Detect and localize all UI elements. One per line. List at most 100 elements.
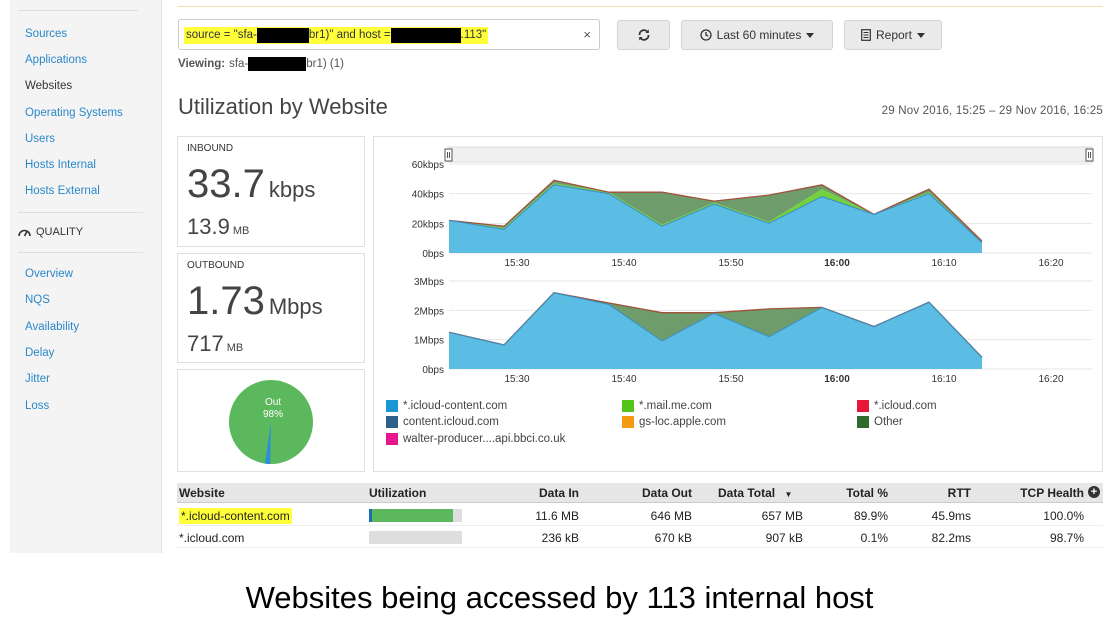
legend-label: *.mail.me.com xyxy=(639,400,712,412)
utilization-bar xyxy=(369,531,462,544)
sidebar-divider xyxy=(18,252,143,253)
add-column-icon[interactable]: + xyxy=(1088,486,1100,498)
x-tick-label: 15:50 xyxy=(718,258,743,269)
legend-item[interactable]: Other xyxy=(857,416,903,428)
cell-total-pct: 89.9% xyxy=(853,509,888,523)
table-row[interactable]: *.icloud-content.com 11.6 MB 646 MB 657 … xyxy=(177,505,1103,526)
inbound-rate-value: 33.7 xyxy=(187,162,265,206)
x-tick-label: 15:30 xyxy=(504,258,529,269)
viewing-filter: Viewing: sfa- br1) (1) xyxy=(178,57,344,71)
x-tick-label: 15:50 xyxy=(718,374,743,385)
outbound-chart: 3Mbps 2Mbps 1Mbps 0bps 15:30 15:40 15:50 16:00 1… xyxy=(414,277,1092,385)
col-header-rtt[interactable]: RTT xyxy=(948,486,971,500)
report-dropdown[interactable]: Report xyxy=(844,20,942,50)
sidebar-item-availability[interactable]: Availability xyxy=(25,321,79,333)
sidebar-item-delay[interactable]: Delay xyxy=(25,347,54,359)
y-tick-label: 60kbps xyxy=(412,160,444,171)
legend-item[interactable]: *.icloud-content.com xyxy=(386,400,507,412)
utilization-bar xyxy=(369,509,462,522)
table-header: Website Utilization Data In Data Out Dat… xyxy=(177,483,1103,503)
legend-item[interactable]: content.icloud.com xyxy=(386,416,499,428)
col-header-website[interactable]: Website xyxy=(179,486,225,500)
document-icon xyxy=(861,29,871,41)
range-handle-right[interactable] xyxy=(1085,148,1094,162)
clock-icon xyxy=(699,29,712,41)
cell-website[interactable]: *.icloud-content.com xyxy=(179,508,292,524)
query-part: br1)" and host = xyxy=(308,29,391,41)
close-icon[interactable]: × xyxy=(583,27,591,42)
sidebar-item-jitter[interactable]: Jitter xyxy=(25,373,50,385)
x-tick-label: 16:00 xyxy=(824,258,850,269)
caret-down-icon xyxy=(917,32,926,38)
x-tick-label: 16:10 xyxy=(931,374,956,385)
cell-tcp-health: 100.0% xyxy=(1043,509,1084,523)
col-header-data-total[interactable]: Data Total ▼ xyxy=(718,486,792,500)
inbound-panel: INBOUND 33.7 kbps 13.9 MB xyxy=(177,136,365,247)
legend-swatch xyxy=(386,400,398,412)
sidebar-item-nqs[interactable]: NQS xyxy=(25,294,50,306)
range-slider-track[interactable] xyxy=(447,146,1093,163)
sidebar-item-operating-systems[interactable]: Operating Systems xyxy=(25,107,123,119)
legend-item[interactable]: gs-loc.apple.com xyxy=(622,416,726,428)
time-range-dropdown[interactable]: Last 60 minutes xyxy=(681,20,833,50)
inbound-rate: 33.7 kbps xyxy=(187,162,315,207)
col-header-utilization[interactable]: Utilization xyxy=(369,486,426,500)
cell-data-out: 646 MB xyxy=(650,509,692,523)
sidebar-item-applications[interactable]: Applications xyxy=(25,54,87,66)
legend-item[interactable]: *.mail.me.com xyxy=(622,400,712,412)
cell-data-in: 11.6 MB xyxy=(535,509,579,523)
inbound-label: INBOUND xyxy=(187,143,234,154)
x-tick-label: 16:00 xyxy=(824,374,850,385)
area-series xyxy=(449,184,982,253)
direction-pie-panel: Out 98% xyxy=(177,369,365,472)
legend-item[interactable]: walter-producer....api.bbci.co.uk xyxy=(386,433,565,445)
y-tick-label: 0bps xyxy=(422,365,444,376)
sidebar-item-users[interactable]: Users xyxy=(25,133,55,145)
x-tick-label: 15:40 xyxy=(611,374,636,385)
sidebar-item-sources[interactable]: Sources xyxy=(25,28,67,40)
time-range-label: Last 60 minutes xyxy=(716,28,802,42)
gauge-icon xyxy=(18,229,31,236)
y-tick-label: 40kbps xyxy=(412,190,444,201)
cell-data-out: 670 kB xyxy=(654,531,692,545)
utilization-chart-panel: 60kbps 40kbps 20kbps 0bps 15:30 15:40 15:50 16:… xyxy=(373,136,1103,472)
col-header-tcp-health[interactable]: TCP Health xyxy=(1020,486,1084,500)
outbound-panel: OUTBOUND 1.73 Mbps 717 MB xyxy=(177,253,365,363)
y-tick-label: 3Mbps xyxy=(414,277,444,288)
caret-down-icon xyxy=(806,32,815,38)
viewing-source-prefix: sfa- xyxy=(229,58,249,70)
inbound-total-value: 13.9 xyxy=(187,214,230,239)
website-link[interactable]: *.icloud-content.com xyxy=(179,508,292,524)
sidebar-item-overview[interactable]: Overview xyxy=(25,268,73,280)
sidebar-item-hosts-internal[interactable]: Hosts Internal xyxy=(25,159,96,171)
header-divider xyxy=(178,6,1103,7)
col-header-total-pct[interactable]: Total % xyxy=(846,486,888,500)
x-tick-label: 16:10 xyxy=(931,258,956,269)
table-row[interactable]: *.icloud.com 236 kB 670 kB 907 kB 0.1% 8… xyxy=(177,527,1103,548)
area-series xyxy=(449,292,982,369)
range-slider[interactable] xyxy=(444,146,1094,163)
legend-swatch xyxy=(857,416,869,428)
col-header-data-out[interactable]: Data Out xyxy=(642,486,692,500)
range-handle-left[interactable] xyxy=(444,148,453,162)
sort-desc-icon: ▼ xyxy=(784,490,793,499)
query-text: source = "sfa- br1)" and host = .113" xyxy=(184,27,489,44)
sidebar-section-quality: QUALITY xyxy=(18,226,83,238)
outbound-total-unit: MB xyxy=(226,342,244,354)
sidebar-item-hosts-external[interactable]: Hosts External xyxy=(25,185,100,197)
y-tick-label: 2Mbps xyxy=(414,306,444,317)
cell-website[interactable]: *.icloud.com xyxy=(179,531,244,545)
cell-data-total: 907 kB xyxy=(765,531,803,545)
query-input[interactable]: source = "sfa- br1)" and host = .113" × xyxy=(178,19,600,50)
sidebar-item-loss[interactable]: Loss xyxy=(25,400,49,412)
col-header-data-in[interactable]: Data In xyxy=(539,486,579,500)
x-tick-label: 16:20 xyxy=(1038,374,1063,385)
outbound-rate: 1.73 Mbps xyxy=(187,279,323,324)
legend-item[interactable]: *.icloud.com xyxy=(857,400,937,412)
page-title: Utilization by Website xyxy=(178,94,388,119)
viewing-source-suffix: br1) (1) xyxy=(306,58,344,70)
sidebar-item-websites[interactable]: Websites xyxy=(25,80,72,92)
inbound-chart: 60kbps 40kbps 20kbps 0bps 15:30 15:40 15:50 16:… xyxy=(412,160,1092,269)
refresh-button[interactable] xyxy=(617,20,670,50)
cell-data-total: 657 MB xyxy=(761,509,803,523)
